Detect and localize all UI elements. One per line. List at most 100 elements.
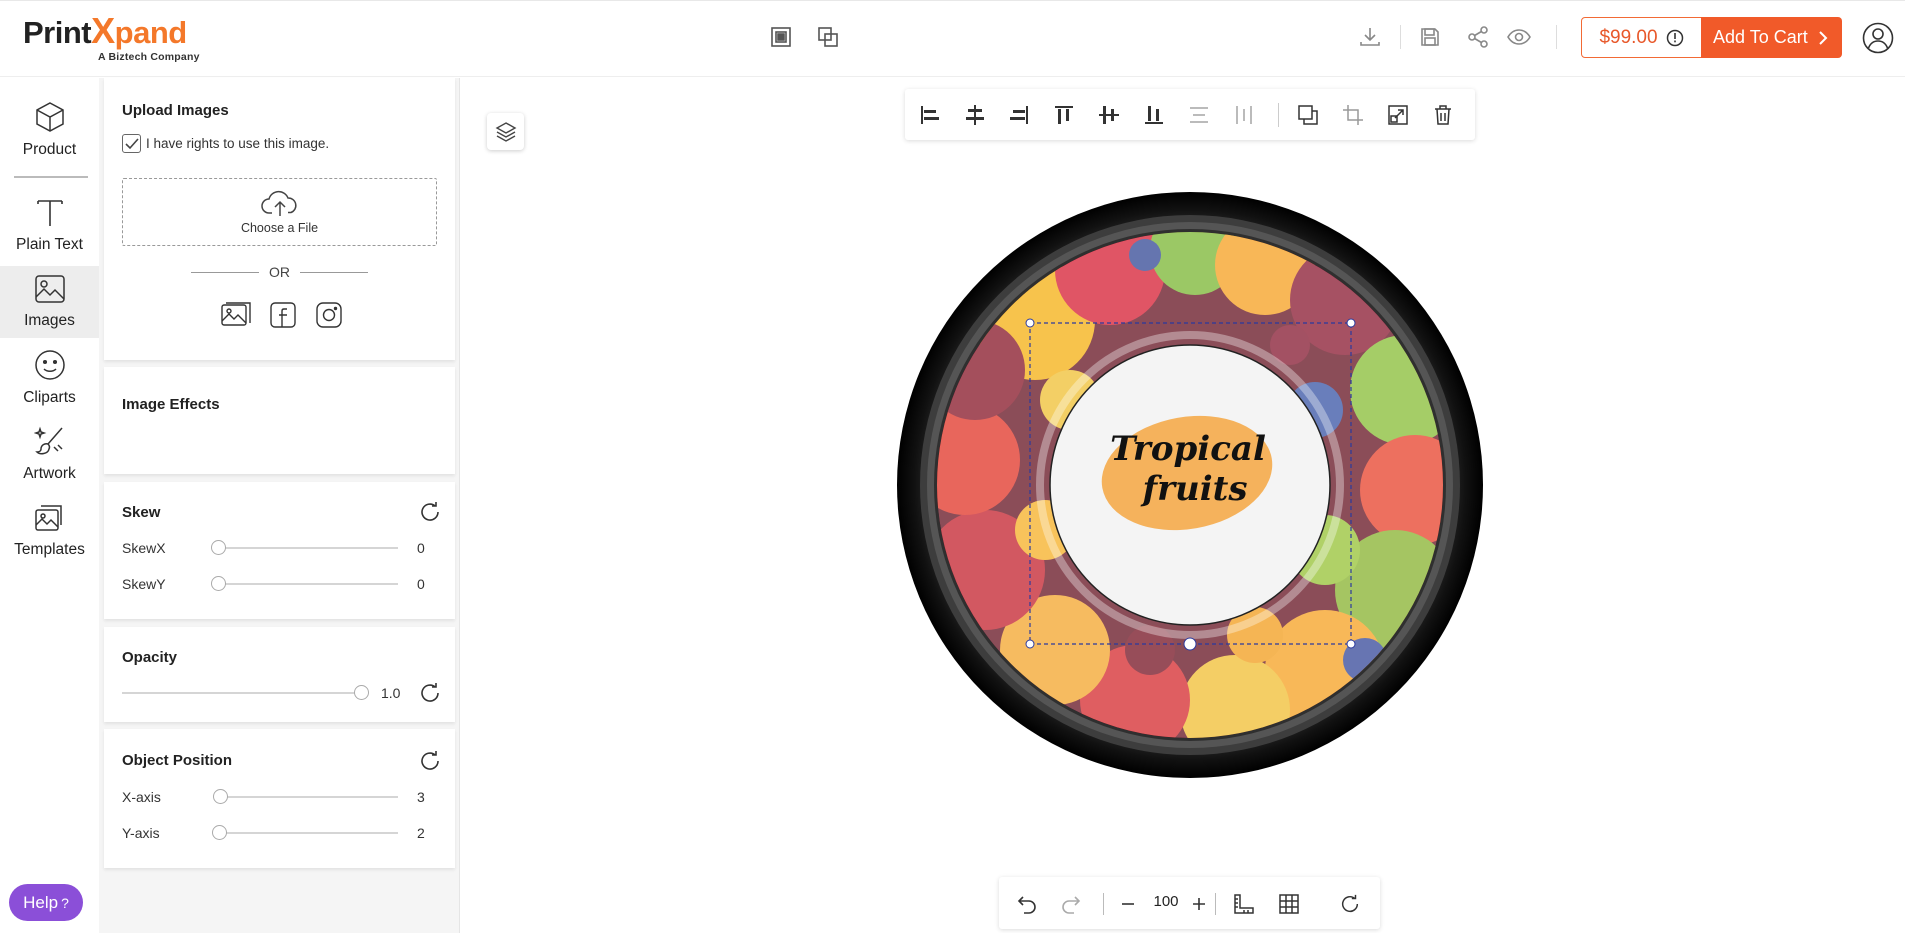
image-source-icons	[221, 300, 345, 330]
reset-position-icon[interactable]	[418, 749, 442, 773]
add-to-cart-label: Add To Cart	[1713, 27, 1808, 47]
top-header: PrintXpand A Biztech Company $99.00 Add …	[0, 0, 1905, 77]
nav-item-plain-text[interactable]: Plain Text	[0, 189, 99, 261]
add-to-cart-button[interactable]: Add To Cart	[1701, 17, 1842, 58]
reset-opacity-icon[interactable]	[418, 681, 442, 705]
crop-icon[interactable]	[1339, 101, 1367, 129]
skew-x-slider[interactable]	[211, 540, 398, 555]
help-question-icon: ?	[61, 894, 69, 911]
y-axis-label: Y-axis	[122, 825, 160, 841]
choose-file-dropzone[interactable]: Choose a File	[122, 178, 437, 246]
y-axis-slider[interactable]	[212, 825, 398, 840]
cube-icon	[35, 102, 64, 132]
slider-handle[interactable]	[211, 576, 226, 591]
logo[interactable]: PrintXpand A Biztech Company	[23, 13, 213, 65]
share-icon[interactable]	[1464, 23, 1492, 51]
duplicate-icon[interactable]	[814, 23, 842, 51]
header-divider	[1400, 25, 1401, 49]
left-navigation: Product Plain Text Images Cliparts Artwo…	[0, 78, 99, 933]
skew-y-slider[interactable]	[211, 576, 398, 591]
brush-icon	[33, 426, 63, 455]
layers-icon	[495, 121, 516, 142]
nav-item-cliparts[interactable]: Cliparts	[0, 342, 99, 414]
price-value: $99.00	[1599, 26, 1658, 48]
distribute-horizontal-icon[interactable]	[1230, 101, 1258, 129]
delete-trash-icon[interactable]	[1429, 101, 1457, 129]
smiley-icon	[34, 350, 65, 380]
nav-item-images[interactable]: Images	[0, 266, 99, 338]
choose-file-label: Choose a File	[240, 221, 319, 235]
nav-divider	[14, 176, 88, 178]
x-axis-label: X-axis	[122, 789, 161, 805]
x-axis-value: 3	[417, 789, 425, 805]
duplicate-layer-icon[interactable]	[1294, 101, 1322, 129]
upload-images-title: Upload Images	[122, 102, 229, 119]
nav-item-label: Images	[24, 312, 75, 329]
zoom-out-icon[interactable]	[1114, 890, 1142, 918]
templates-icon	[34, 505, 62, 531]
or-divider: OR	[191, 264, 368, 280]
x-axis-slider[interactable]	[213, 789, 398, 804]
skew-y-label: SkewY	[122, 576, 166, 592]
instagram-icon[interactable]	[313, 300, 345, 330]
save-icon[interactable]	[1416, 23, 1444, 51]
slider-handle[interactable]	[211, 540, 226, 555]
skew-card: Skew SkewX 0 SkewY 0	[104, 482, 455, 619]
slider-handle[interactable]	[213, 789, 228, 804]
skew-y-row: SkewY 0	[122, 576, 425, 592]
image-effects-title: Image Effects	[122, 396, 220, 413]
bring-forward-icon[interactable]	[767, 23, 795, 51]
opacity-row: 1.0	[122, 685, 400, 701]
preview-eye-icon[interactable]	[1505, 23, 1533, 51]
slider-handle[interactable]	[212, 825, 227, 840]
price-display[interactable]: $99.00	[1581, 17, 1702, 58]
redo-icon[interactable]	[1057, 890, 1085, 918]
slider-handle[interactable]	[354, 685, 369, 700]
info-icon[interactable]	[1666, 29, 1684, 47]
opacity-title: Opacity	[122, 649, 178, 666]
header-divider	[1556, 25, 1557, 49]
zoom-in-icon[interactable]	[1185, 890, 1213, 918]
cloud-upload-icon	[260, 190, 297, 216]
images-panel: Upload Images I have rights to use this …	[99, 78, 460, 933]
reset-canvas-icon[interactable]	[1336, 890, 1364, 918]
distribute-vertical-icon[interactable]	[1185, 101, 1213, 129]
align-middle-vertical-icon[interactable]	[1095, 101, 1123, 129]
nav-item-product[interactable]: Product	[0, 94, 99, 166]
user-account-icon[interactable]	[1862, 22, 1894, 54]
ruler-icon[interactable]	[1229, 890, 1257, 918]
object-position-title: Object Position	[122, 752, 233, 769]
y-axis-row: Y-axis 2	[122, 825, 425, 841]
align-left-icon[interactable]	[916, 101, 944, 129]
logo-text: PrintXpand	[23, 10, 187, 51]
nav-item-templates[interactable]: Templates	[0, 494, 99, 566]
resize-fit-icon[interactable]	[1384, 101, 1412, 129]
opacity-slider[interactable]	[122, 685, 369, 700]
align-bottom-icon[interactable]	[1140, 101, 1168, 129]
layers-button[interactable]	[487, 113, 524, 150]
product-canvas[interactable]: Tropical fruits	[895, 190, 1485, 780]
align-center-horizontal-icon[interactable]	[961, 101, 989, 129]
undo-icon[interactable]	[1013, 890, 1041, 918]
rights-checkbox-row[interactable]: I have rights to use this image.	[122, 134, 329, 153]
nav-item-label: Templates	[14, 541, 85, 558]
facebook-icon[interactable]	[267, 300, 299, 330]
text-icon	[36, 200, 63, 226]
align-right-icon[interactable]	[1005, 101, 1033, 129]
nav-item-artwork[interactable]: Artwork	[0, 418, 99, 490]
grid-icon[interactable]	[1275, 890, 1303, 918]
rights-checkbox[interactable]	[122, 134, 141, 153]
opacity-card: Opacity 1.0	[104, 627, 455, 722]
label-line1: Tropical	[1110, 429, 1266, 469]
skew-y-value: 0	[417, 576, 425, 592]
help-button[interactable]: Help ?	[9, 884, 83, 921]
download-icon[interactable]	[1356, 23, 1384, 51]
bottom-divider	[1103, 893, 1104, 915]
chevron-right-icon	[1819, 30, 1828, 45]
reset-skew-icon[interactable]	[418, 500, 442, 524]
label-line2: fruits	[1140, 469, 1247, 509]
image-library-icon[interactable]	[221, 300, 253, 330]
toolbar-divider	[1278, 103, 1279, 127]
bottom-divider	[1215, 893, 1216, 915]
align-top-icon[interactable]	[1050, 101, 1078, 129]
